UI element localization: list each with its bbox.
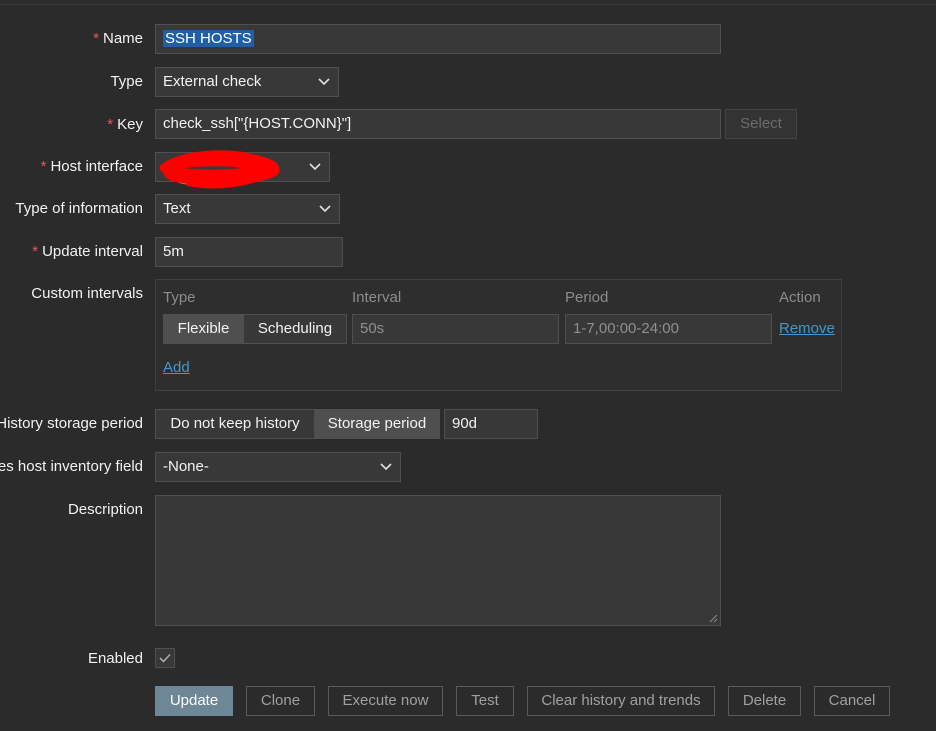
history-storage-period[interactable]: Storage period [314, 409, 440, 439]
required-mark: * [32, 243, 39, 260]
type-of-information-label: Type of information [15, 200, 143, 217]
required-mark: * [40, 158, 47, 175]
key-label: * Key [107, 116, 143, 133]
update-button[interactable]: Update [155, 686, 233, 716]
col-header-type: Type [163, 289, 196, 306]
add-interval-link[interactable]: Add [163, 359, 190, 376]
chevron-down-icon [309, 153, 321, 181]
type-of-information-value: Text [163, 200, 191, 217]
interval-type-scheduling[interactable]: Scheduling [243, 314, 347, 344]
type-select[interactable]: External check [155, 67, 339, 97]
host-interface-label: * Host interface [41, 158, 143, 175]
enabled-label: Enabled [87, 650, 143, 667]
required-mark: * [93, 30, 99, 47]
key-input[interactable]: check_ssh["{HOST.CONN}"] [155, 109, 721, 139]
name-value: SSH HOSTS [163, 30, 254, 47]
name-label: * Name [93, 30, 143, 47]
redaction-scribble-icon [159, 150, 280, 189]
col-header-interval: Interval [352, 289, 402, 306]
history-storage-label: History storage period [0, 415, 143, 432]
inventory-field-select[interactable]: -None- [155, 452, 401, 482]
clear-history-button[interactable]: Clear history and trends [527, 686, 715, 716]
checkmark-icon [159, 653, 171, 663]
type-of-information-select[interactable]: Text [155, 194, 340, 224]
custom-intervals-label: Custom intervals [31, 285, 143, 302]
chevron-down-icon [318, 68, 330, 96]
top-divider [0, 4, 936, 5]
type-select-value: External check [163, 73, 262, 90]
test-button[interactable]: Test [456, 686, 514, 716]
host-interface-label-text: Host interface [50, 158, 143, 175]
name-label-text: Name [102, 30, 143, 47]
col-header-action: Action [779, 289, 821, 306]
remove-interval-link[interactable]: Remove [779, 320, 835, 337]
history-value-input[interactable]: 90d [444, 409, 538, 439]
update-interval-label: * Update interval [32, 243, 143, 260]
key-select-button[interactable]: Select [725, 109, 797, 139]
update-interval-label-text: Update interval [42, 243, 143, 260]
inventory-field-value: -None- [163, 458, 209, 475]
chevron-down-icon [380, 453, 392, 481]
delete-button[interactable]: Delete [728, 686, 801, 716]
key-label-text: Key [117, 116, 143, 133]
history-do-not-keep[interactable]: Do not keep history [155, 409, 315, 439]
update-interval-input[interactable]: 5m [155, 237, 343, 267]
cancel-button[interactable]: Cancel [814, 686, 890, 716]
execute-now-button[interactable]: Execute now [328, 686, 443, 716]
inventory-field-label: es host inventory field [0, 458, 143, 475]
required-mark: * [107, 116, 114, 133]
resize-grip-icon[interactable] [708, 613, 718, 623]
name-input[interactable]: SSH HOSTS [155, 24, 721, 54]
col-header-period: Period [565, 289, 609, 306]
period-input[interactable]: 1-7,00:00-24:00 [565, 314, 772, 344]
enabled-checkbox[interactable] [155, 648, 175, 668]
description-label: Description [67, 501, 143, 518]
type-label: Type [110, 73, 143, 90]
interval-input[interactable]: 50s [352, 314, 559, 344]
interval-type-flexible[interactable]: Flexible [163, 314, 244, 344]
clone-button[interactable]: Clone [246, 686, 315, 716]
description-textarea[interactable] [155, 495, 721, 626]
chevron-down-icon [319, 195, 331, 223]
